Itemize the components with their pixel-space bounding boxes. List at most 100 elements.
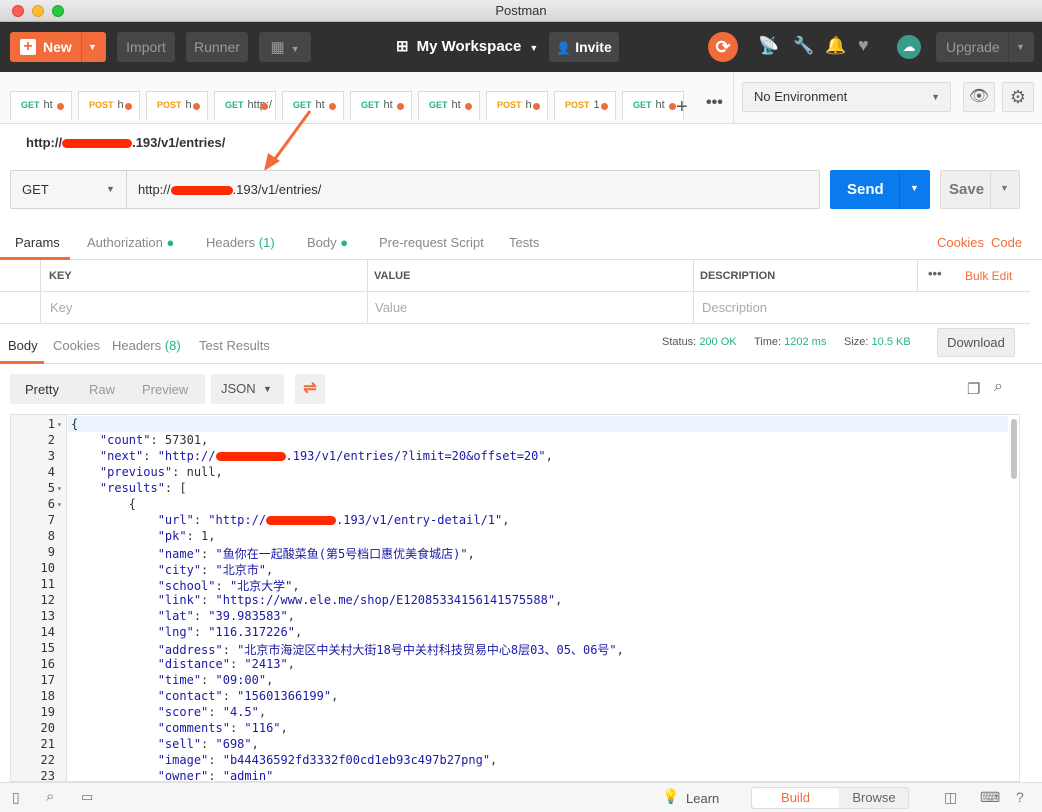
fold-toggle-icon[interactable]: ▾: [57, 420, 62, 429]
import-button[interactable]: Import: [117, 32, 175, 62]
tab-tests[interactable]: Tests: [509, 235, 539, 250]
request-tab[interactable]: POST h: [146, 91, 208, 120]
add-tab-icon[interactable]: +: [676, 96, 688, 119]
two-pane-icon[interactable]: ◫: [944, 789, 957, 806]
code-link[interactable]: Code: [991, 235, 1022, 250]
description-input[interactable]: Description: [702, 300, 767, 315]
code-token: "time": [71, 673, 202, 687]
sync-icon[interactable]: ⟳: [708, 32, 738, 62]
status-dot-icon: ●: [340, 235, 349, 250]
redaction-mark: [170, 186, 233, 196]
code-token: :: [215, 579, 230, 593]
scrollbar-thumb[interactable]: [1011, 419, 1017, 479]
format-select[interactable]: JSON ▼: [211, 374, 284, 404]
key-input[interactable]: Key: [50, 300, 72, 315]
code-token: :: [193, 513, 209, 527]
code-line: "count": 57301,: [71, 433, 208, 447]
maximize-window-button[interactable]: [52, 5, 64, 17]
code-token: ,: [545, 449, 553, 463]
sidebar-toggle-icon[interactable]: ▯: [12, 789, 20, 806]
request-title[interactable]: http://.193/v1/entries/: [26, 135, 225, 150]
code-token: "鱼你在一起酸菜鱼(第5号档口惠优美食城店)": [215, 547, 468, 561]
tab-method: POST: [157, 100, 182, 110]
new-window-button[interactable]: ▦ ▼: [259, 32, 311, 62]
response-tab-body[interactable]: Body: [8, 338, 38, 353]
code-line: "contact": "15601366199",: [71, 689, 339, 703]
preview-button[interactable]: Preview: [142, 382, 188, 397]
console-icon[interactable]: ▭: [81, 789, 93, 805]
request-tab[interactable]: POST h: [78, 91, 140, 120]
workspace-selector[interactable]: ⊞ My Workspace ▼: [396, 32, 541, 62]
new-button[interactable]: + New ▼: [10, 32, 106, 62]
code-token: ,: [258, 705, 267, 719]
fold-toggle-icon[interactable]: ▾: [57, 500, 62, 509]
tab-params[interactable]: Params: [15, 235, 60, 250]
bell-icon[interactable]: 🔔: [825, 36, 846, 56]
environment-selected: No Environment: [754, 89, 848, 104]
tab-label: ht: [43, 99, 53, 111]
more-options-icon[interactable]: •••: [928, 266, 942, 281]
upgrade-button[interactable]: Upgrade ▼: [936, 32, 1034, 62]
search-icon[interactable]: ⌕: [994, 378, 1003, 396]
code-token: "北京市": [215, 563, 266, 577]
code-token: ,: [251, 737, 259, 751]
browse-button[interactable]: Browse: [839, 788, 909, 808]
tab-body[interactable]: Body ●: [307, 235, 348, 250]
save-button[interactable]: Save ▼: [940, 170, 1020, 209]
invite-button[interactable]: 👤 Invite: [549, 32, 619, 62]
response-tab-test-results[interactable]: Test Results: [199, 338, 270, 353]
active-line-highlight: [68, 416, 1008, 432]
tab-prerequest-script[interactable]: Pre-request Script: [379, 235, 484, 250]
status-dot-icon: ●: [166, 235, 175, 250]
pretty-button[interactable]: Pretty: [25, 382, 59, 397]
code-token: :: [201, 547, 216, 561]
eye-icon[interactable]: 👁: [963, 82, 995, 112]
response-body-editor[interactable]: 1 ▾ 2 3 4 5 ▾ 6 ▾ 7 8 9 10 11 12 13 14 15 16 17 18 19 20 21 22 23…: [10, 414, 1020, 782]
copy-icon[interactable]: ❐: [967, 380, 980, 398]
search-icon[interactable]: ⌕: [46, 788, 54, 805]
wrap-lines-icon[interactable]: ⇌: [295, 374, 325, 404]
learn-link[interactable]: Learn: [686, 791, 719, 806]
bulk-edit-link[interactable]: Bulk Edit: [965, 269, 1012, 283]
request-tab[interactable]: GET ht: [350, 91, 412, 120]
request-tab[interactable]: GET ht: [622, 91, 684, 120]
close-window-button[interactable]: [12, 5, 24, 17]
tab-authorization[interactable]: Authorization ●: [87, 235, 174, 250]
tab-method: POST: [89, 100, 114, 110]
tab-label: ht: [451, 99, 461, 111]
minimize-window-button[interactable]: [32, 5, 44, 17]
send-button[interactable]: Send ▼: [830, 170, 930, 209]
tab-headers[interactable]: Headers (1): [206, 235, 275, 250]
code-token: "admin": [222, 769, 274, 782]
request-tab[interactable]: POST h: [486, 91, 548, 120]
gear-icon[interactable]: ⚙: [1002, 82, 1034, 112]
more-tabs-icon[interactable]: •••: [706, 94, 723, 112]
wrench-icon[interactable]: 🔧: [793, 36, 814, 56]
download-button[interactable]: Download: [937, 328, 1015, 357]
url-input[interactable]: http://.193/v1/entries/: [138, 171, 321, 208]
caret-down-icon: ▼: [529, 43, 539, 53]
line-number: 12: [40, 593, 55, 607]
keyboard-icon[interactable]: ⌨: [980, 789, 1000, 806]
environment-bar: No Environment ▼ 👁 ⚙: [733, 72, 1042, 124]
satellite-icon[interactable]: 📡: [758, 36, 779, 56]
heart-icon[interactable]: ♥: [858, 35, 869, 56]
runner-button[interactable]: Runner: [186, 32, 248, 62]
value-input[interactable]: Value: [375, 300, 407, 315]
request-tab[interactable]: POST 1: [554, 91, 616, 120]
raw-button[interactable]: Raw: [89, 382, 115, 397]
cloud-avatar-icon[interactable]: ☁: [897, 35, 921, 59]
cookies-link[interactable]: Cookies: [937, 235, 984, 250]
code-token: "pk": [71, 529, 187, 543]
response-tab-cookies[interactable]: Cookies: [53, 338, 100, 353]
environment-select[interactable]: No Environment ▼: [742, 82, 951, 112]
code-token: "lng": [71, 625, 194, 639]
caret-down-icon[interactable]: ▼: [88, 32, 97, 62]
request-tab[interactable]: GET ht: [418, 91, 480, 120]
help-icon[interactable]: ?: [1016, 789, 1024, 805]
fold-toggle-icon[interactable]: ▾: [57, 484, 62, 493]
build-button[interactable]: Build: [752, 788, 839, 808]
response-tab-headers[interactable]: Headers (8): [112, 338, 181, 353]
request-tab[interactable]: GET ht: [10, 91, 72, 120]
method-select[interactable]: GET ▼: [11, 171, 127, 208]
